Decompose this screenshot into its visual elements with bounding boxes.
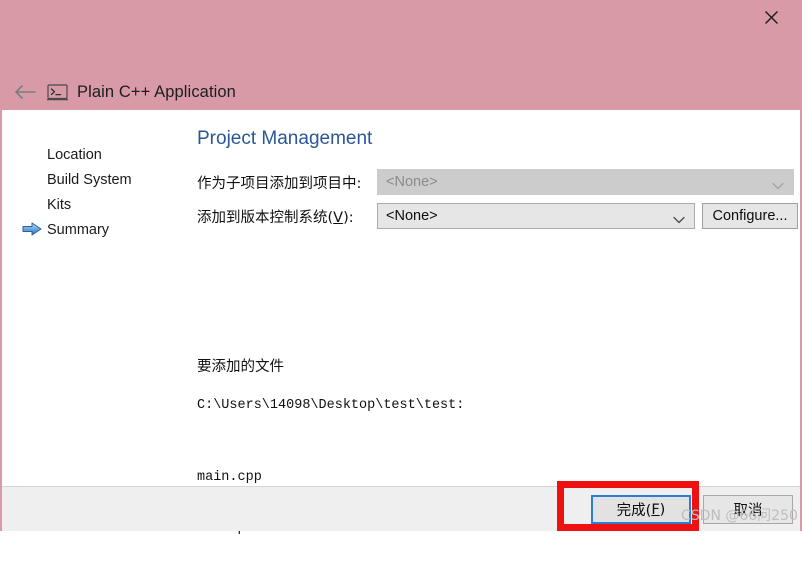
files-heading: 要添加的文件	[197, 359, 284, 375]
sidebar-item-location[interactable]: Location	[22, 142, 187, 167]
subproject-row: 作为子项目添加到项目中: <None>	[197, 169, 794, 195]
sidebar-item-label: Summary	[47, 221, 110, 238]
list-item: main.cpp	[197, 470, 262, 485]
subproject-label-text: 作为子项目添加到项目中:	[197, 175, 362, 192]
close-icon[interactable]	[749, 0, 794, 34]
vcs-combo[interactable]: <None>	[377, 203, 695, 229]
vcs-label-accelerator: V	[333, 209, 344, 226]
sidebar-item-summary[interactable]: Summary	[22, 217, 187, 242]
cancel-button[interactable]: 取消	[703, 495, 793, 524]
sidebar-item-label: Build System	[47, 171, 132, 188]
subproject-label: 作为子项目添加到项目中:	[197, 172, 377, 193]
vcs-combo-value: <None>	[386, 208, 438, 224]
files-target-path: C:\Users\14098\Desktop\test\test:	[197, 398, 465, 413]
sidebar-item-kits[interactable]: Kits	[22, 192, 187, 217]
current-step-arrow-icon	[22, 222, 42, 236]
subproject-combo[interactable]: <None>	[377, 169, 794, 195]
chevron-down-icon	[673, 212, 685, 224]
subproject-combo-value: <None>	[386, 174, 438, 190]
finish-button-prefix: 完成(	[616, 503, 652, 519]
wizard-dialog: Plain C++ Application Location Build Sys…	[0, 0, 802, 536]
back-arrow-icon[interactable]	[4, 84, 46, 100]
wizard-main-pane: Project Management 作为子项目添加到项目中: <None> 添…	[197, 110, 800, 536]
vcs-label-prefix: 添加到版本控制系统(	[197, 209, 334, 226]
wizard-header: Plain C++ Application	[0, 76, 236, 108]
finish-button-accelerator: F	[651, 501, 660, 518]
wizard-content: Location Build System Kits Summary Proje…	[2, 110, 800, 536]
page-title: Project Management	[197, 128, 373, 149]
sidebar-item-build-system[interactable]: Build System	[22, 167, 187, 192]
wizard-step-list: Location Build System Kits Summary	[22, 142, 187, 242]
vcs-label-suffix: ):	[343, 209, 354, 226]
chevron-down-icon	[772, 178, 784, 190]
sidebar-item-label: Location	[47, 146, 102, 163]
vcs-label: 添加到版本控制系统(V):	[197, 206, 377, 227]
console-icon	[46, 83, 68, 101]
files-summary: 要添加的文件 C:\Users\14098\Desktop\test\test:…	[197, 355, 464, 571]
vcs-row: 添加到版本控制系统(V): <None>	[197, 203, 695, 229]
configure-button[interactable]: Configure...	[702, 203, 798, 229]
wizard-title: Plain C++ Application	[77, 82, 236, 101]
sidebar-item-label: Kits	[47, 196, 72, 213]
finish-button-suffix: )	[659, 501, 666, 518]
finish-button[interactable]: 完成(F)	[591, 495, 691, 524]
